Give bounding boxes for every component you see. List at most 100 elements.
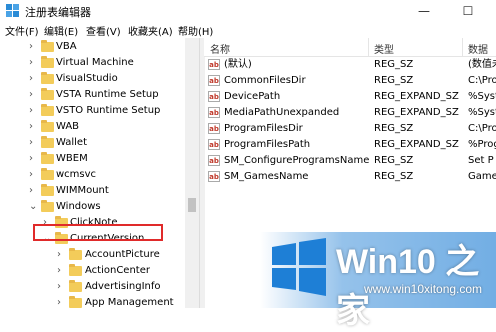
value-name: DevicePath — [224, 91, 281, 102]
string-value-icon: ab — [208, 75, 220, 86]
tree-item-label: AccountPicture — [85, 249, 160, 260]
chevron-right-icon[interactable]: › — [29, 103, 37, 119]
string-value-icon: ab — [208, 171, 220, 182]
menu-favorites[interactable]: 收藏夹(A) — [128, 23, 173, 38]
folder-icon — [41, 200, 54, 212]
chevron-right-icon[interactable]: › — [29, 119, 37, 135]
folder-icon — [41, 56, 54, 68]
value-data: Game — [468, 171, 496, 182]
menu-help[interactable]: 帮助(H) — [178, 23, 213, 38]
chevron-right-icon[interactable]: › — [29, 87, 37, 103]
chevron-right-icon[interactable]: › — [57, 247, 65, 263]
chevron-right-icon[interactable]: › — [57, 263, 65, 279]
folder-icon — [69, 280, 82, 292]
value-data: %Syst — [468, 91, 496, 102]
folder-icon — [69, 264, 82, 276]
tree-item-label: Virtual Machine — [56, 57, 134, 68]
value-data: Set P — [468, 155, 494, 166]
value-data: %Syst — [468, 107, 496, 118]
list-row[interactable]: ab ProgramFilesDir REG_SZ C:\Pro — [204, 121, 496, 137]
value-type: REG_SZ — [374, 59, 414, 70]
menu-edit[interactable]: 编辑(E) — [44, 23, 78, 38]
column-data[interactable]: 数据 — [468, 41, 488, 56]
folder-icon — [41, 104, 54, 116]
column-type[interactable]: 类型 — [374, 41, 394, 56]
folder-icon — [41, 136, 54, 148]
list-row[interactable]: ab ProgramFilesPath REG_EXPAND_SZ %Prog — [204, 137, 496, 153]
list-row[interactable]: ab MediaPathUnexpanded REG_EXPAND_SZ %Sy… — [204, 105, 496, 121]
chevron-right-icon[interactable]: › — [57, 295, 65, 308]
value-type: REG_SZ — [374, 171, 414, 182]
tree-scrollbar[interactable] — [185, 38, 199, 308]
chevron-right-icon[interactable]: › — [29, 183, 37, 199]
window-title: 注册表编辑器 — [25, 6, 91, 19]
chevron-right-icon[interactable]: › — [29, 55, 37, 71]
chevron-right-icon[interactable]: › — [29, 167, 37, 183]
string-value-icon: ab — [208, 91, 220, 102]
folder-icon — [69, 248, 82, 260]
tree-item-label: VBA — [56, 41, 77, 52]
chevron-right-icon[interactable]: › — [29, 71, 37, 87]
menu-file[interactable]: 文件(F) — [5, 23, 39, 38]
chevron-right-icon[interactable]: › — [29, 39, 37, 55]
value-name: (默认) — [224, 59, 252, 70]
menu-view[interactable]: 查看(V) — [86, 23, 121, 38]
value-name: SM_GamesName — [224, 171, 309, 182]
value-name: CommonFilesDir — [224, 75, 306, 86]
chevron-right-icon[interactable]: › — [29, 151, 37, 167]
folder-icon — [41, 120, 54, 132]
value-type: REG_SZ — [374, 155, 414, 166]
watermark-url: www.win10xitong.com — [364, 282, 483, 296]
value-data: C:\Pro — [468, 123, 496, 134]
tree-item-label: WAB — [56, 121, 80, 132]
tree-item-label: AdvertisingInfo — [85, 281, 161, 292]
tree-item-label: Windows — [56, 201, 101, 212]
list-row[interactable]: ab CommonFilesDir REG_SZ C:\Pro — [204, 73, 496, 89]
string-value-icon: ab — [208, 139, 220, 150]
string-value-icon: ab — [208, 123, 220, 134]
tree-item-label: wcmsvc — [56, 169, 97, 180]
string-value-icon: ab — [208, 107, 220, 118]
maximize-button[interactable]: ☐ — [446, 0, 490, 22]
registry-editor-icon — [6, 4, 19, 17]
list-row[interactable]: ab SM_GamesName REG_SZ Game — [204, 169, 496, 185]
value-name: ProgramFilesPath — [224, 139, 311, 150]
column-name[interactable]: 名称 — [210, 41, 230, 56]
menu-bar: 文件(F) 编辑(E) 查看(V) 收藏夹(A) 帮助(H) — [0, 22, 496, 39]
windows-logo-icon — [272, 238, 326, 296]
folder-icon — [41, 88, 54, 100]
folder-icon — [69, 296, 82, 308]
column-divider[interactable] — [368, 38, 369, 56]
tree-item-label: ActionCenter — [85, 265, 150, 276]
list-row[interactable]: ab (默认) REG_SZ (数值未 — [204, 57, 496, 73]
folder-icon — [41, 40, 54, 52]
value-type: REG_EXPAND_SZ — [374, 139, 459, 150]
string-value-icon: ab — [208, 155, 220, 166]
tree-item-label: App Management — [85, 297, 174, 308]
tree-item-label: WBEM — [56, 153, 88, 164]
folder-icon — [41, 168, 54, 180]
value-name: MediaPathUnexpanded — [224, 107, 340, 118]
list-row[interactable]: ab DevicePath REG_EXPAND_SZ %Syst — [204, 89, 496, 105]
registry-tree: › VBA › Virtual Machine › VisualStudio ›… — [0, 38, 199, 308]
list-row[interactable]: ab SM_ConfigureProgramsName REG_SZ Set P — [204, 153, 496, 169]
value-name: ProgramFilesDir — [224, 123, 303, 134]
selection-highlight — [33, 224, 163, 241]
value-type: REG_SZ — [374, 75, 414, 86]
minimize-button[interactable]: — — [402, 0, 446, 22]
folder-icon — [41, 184, 54, 196]
chevron-right-icon[interactable]: › — [29, 135, 37, 151]
folder-icon — [41, 152, 54, 164]
list-header: 名称 类型 数据 — [204, 38, 496, 57]
watermark-logo: Win10 之家 www.win10xitong.com — [260, 232, 496, 330]
column-divider[interactable] — [462, 38, 463, 56]
chevron-down-icon[interactable]: ⌄ — [29, 199, 37, 215]
title-bar: 注册表编辑器 — ☐ — [0, 0, 496, 22]
value-data: C:\Pro — [468, 75, 496, 86]
chevron-right-icon[interactable]: › — [57, 279, 65, 295]
tree-scrollbar-thumb[interactable] — [188, 198, 196, 212]
tree-item-label: Wallet — [56, 137, 88, 148]
value-type: REG_SZ — [374, 123, 414, 134]
tree-item-label: VisualStudio — [56, 73, 118, 84]
value-name: SM_ConfigureProgramsName — [224, 155, 370, 166]
